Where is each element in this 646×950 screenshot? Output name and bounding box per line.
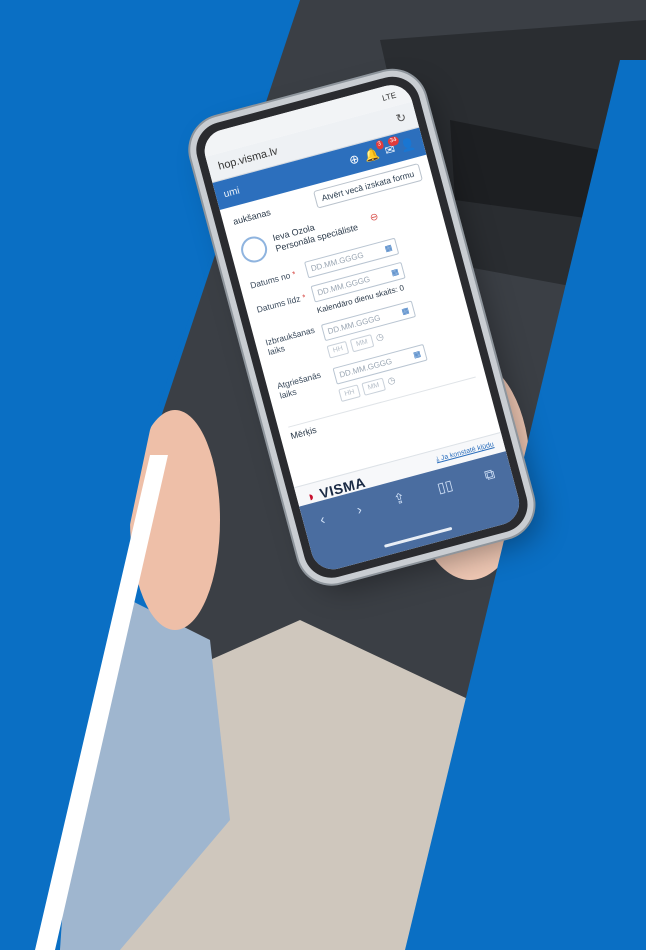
remove-icon[interactable]: ⊖ — [369, 211, 380, 224]
bookmarks-icon[interactable]: ▯▯ — [435, 476, 454, 496]
network-status: LTE — [381, 90, 398, 103]
refresh-icon[interactable]: ↻ — [394, 110, 407, 126]
bell-icon[interactable]: 🔔 3 — [363, 139, 385, 163]
user-icon[interactable]: 👤 — [399, 136, 417, 153]
calendar-icon[interactable]: ▦ — [412, 349, 422, 360]
mail-badge: 34 — [387, 135, 400, 147]
mail-icon[interactable]: ✉ 34 — [383, 135, 400, 158]
section-title: aukšanas — [231, 207, 272, 227]
share-icon[interactable]: ⇪ — [392, 489, 408, 508]
return-minute[interactable]: MM — [361, 377, 386, 396]
calendar-icon[interactable]: ▦ — [400, 305, 410, 316]
employee-info: Ieva Ozola Personāla speciāliste — [272, 211, 360, 254]
return-hour[interactable]: HH — [338, 384, 362, 403]
date-from-label: Datums no * — [248, 268, 297, 291]
forward-icon[interactable]: › — [355, 501, 364, 518]
back-icon[interactable]: ‹ — [318, 511, 327, 528]
avatar — [238, 233, 271, 266]
calendar-icon[interactable]: ▦ — [384, 243, 394, 254]
add-icon[interactable]: ⊕ — [348, 151, 361, 167]
calendar-icon[interactable]: ▦ — [390, 267, 400, 278]
departure-hour[interactable]: HH — [326, 340, 350, 359]
departure-label: Izbraukšanas laiks — [264, 324, 316, 358]
clock-icon[interactable]: ◷ — [386, 375, 397, 390]
clock-icon[interactable]: ◷ — [375, 331, 386, 346]
goal-label: Mērķis — [289, 424, 318, 442]
date-to-label: Datums līdz * — [255, 291, 307, 315]
return-label: Atgriešanās laiks — [275, 369, 322, 401]
promo-stage: LTE hop.visma.lv ↻ umi ⊕ 🔔 3 ✉ 34 👤 aukšan… — [0, 0, 646, 950]
home-indicator — [384, 526, 453, 548]
departure-minute[interactable]: MM — [349, 334, 375, 353]
tabs-icon[interactable]: ⧉ — [483, 465, 497, 484]
